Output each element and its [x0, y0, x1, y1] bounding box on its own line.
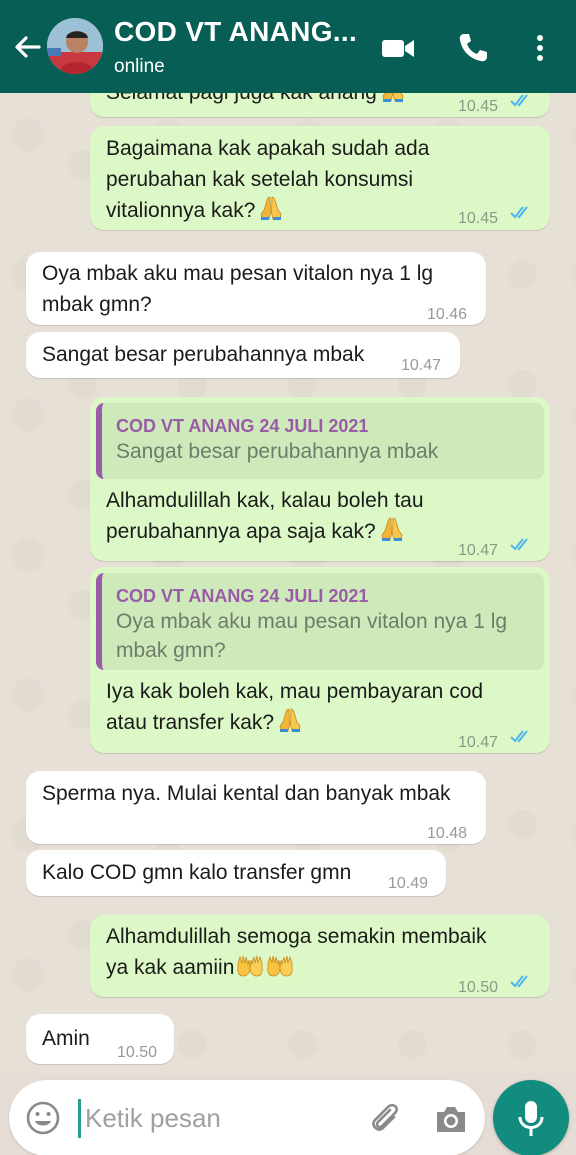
quoted-message[interactable]: COD VT ANANG 24 JULI 2021 Oya mbak aku m… — [96, 573, 544, 670]
message-time: 10.50 — [117, 1044, 158, 1061]
contact-name[interactable]: COD VT ANANG... — [114, 16, 357, 48]
message-line: perubahannya apa saja kak? — [106, 520, 376, 543]
message-line: Amin — [42, 1027, 90, 1050]
message-bubble-outgoing[interactable]: Selamat pagi juga kak anang 10.45 — [90, 93, 550, 117]
message-line: Sperma nya. Mulai kental dan banyak mbak — [42, 782, 451, 805]
message-composer — [9, 1080, 485, 1155]
folded-hands-emoji — [277, 707, 303, 733]
quote-line: Oya mbak aku mau pesan vitalon nya 1 lg — [116, 610, 508, 633]
quote-text: Oya mbak aku mau pesan vitalon nya 1 lg … — [116, 607, 507, 665]
message-list[interactable]: Selamat pagi juga kak anang 10.45 Bagaim… — [0, 93, 576, 1073]
message-line: Iya kak boleh kak, mau pembayaran cod — [106, 680, 484, 703]
quoted-message[interactable]: COD VT ANANG 24 JULI 2021 Sangat besar p… — [96, 403, 544, 479]
message-line: Selamat pagi juga kak anang — [106, 93, 377, 104]
message-line: Sangat besar perubahannya mbak — [42, 343, 365, 366]
message-text: Bagaimana kak apakah sudah ada perubahan… — [106, 133, 429, 226]
text-cursor — [78, 1099, 81, 1138]
message-time: 10.46 — [427, 306, 468, 323]
more-vertical-icon[interactable] — [522, 30, 558, 66]
video-call-icon[interactable] — [380, 30, 416, 66]
contact-status: online — [114, 56, 165, 77]
message-time: 10.50 — [458, 979, 499, 996]
message-bubble-incoming[interactable]: Oya mbak aku mau pesan vitalon nya 1 lg … — [26, 252, 486, 325]
mic-button[interactable] — [493, 1080, 569, 1155]
message-bubble-incoming[interactable]: Sperma nya. Mulai kental dan banyak mbak… — [26, 771, 486, 844]
message-line: Bagaimana kak apakah sudah ada — [106, 137, 430, 160]
folded-hands-emoji — [380, 93, 406, 103]
message-text: Oya mbak aku mau pesan vitalon nya 1 lg … — [42, 258, 433, 320]
message-bubble-outgoing[interactable]: COD VT ANANG 24 JULI 2021 Sangat besar p… — [90, 397, 550, 561]
avatar[interactable] — [47, 18, 103, 74]
folded-hands-emoji — [258, 195, 284, 221]
message-text: Alhamdulillah semoga semakin membaik ya … — [106, 921, 487, 983]
message-time: 10.48 — [427, 825, 468, 842]
message-line-wrap: ya kak aamiin — [106, 952, 487, 983]
message-line: Kalo COD gmn kalo transfer gmn — [42, 861, 352, 884]
message-text: Kalo COD gmn kalo transfer gmn — [42, 857, 351, 888]
palms-up-together-emoji — [266, 953, 294, 979]
read-ticks-icon — [510, 536, 537, 552]
message-line-wrap: atau transfer kak? — [106, 707, 483, 738]
folded-hands-emoji — [379, 516, 405, 542]
arrow-left-icon[interactable] — [10, 30, 44, 64]
message-text: Amin — [42, 1023, 90, 1054]
message-line-wrap: vitalionnya kak? — [106, 195, 429, 226]
message-text: Iya kak boleh kak, mau pembayaran cod at… — [106, 676, 483, 738]
message-time: 10.45 — [458, 210, 499, 227]
read-ticks-icon — [510, 93, 537, 108]
message-line: atau transfer kak? — [106, 711, 275, 734]
read-ticks-icon — [510, 204, 537, 220]
message-line: vitalionnya kak? — [106, 199, 256, 222]
read-ticks-icon — [510, 973, 537, 989]
mic-icon — [518, 1101, 544, 1136]
message-bubble-outgoing[interactable]: COD VT ANANG 24 JULI 2021 Oya mbak aku m… — [90, 567, 550, 753]
message-line: mbak gmn? — [42, 293, 152, 316]
message-line-wrap: perubahannya apa saja kak? — [106, 516, 424, 547]
message-text: Alhamdulillah kak, kalau boleh tau perub… — [106, 485, 424, 547]
message-time: 10.47 — [401, 357, 442, 374]
paperclip-icon[interactable] — [366, 1100, 404, 1138]
quote-text: Sangat besar perubahannya mbak — [116, 437, 438, 466]
emoji-icon[interactable] — [24, 1099, 62, 1137]
phone-icon[interactable] — [455, 30, 491, 66]
palms-up-together-emoji — [236, 953, 264, 979]
message-bubble-outgoing[interactable]: Alhamdulillah semoga semakin membaik ya … — [90, 915, 550, 997]
message-line: Alhamdulillah kak, kalau boleh tau — [106, 489, 424, 512]
message-time: 10.49 — [388, 875, 429, 892]
message-line: perubahan kak setelah konsumsi — [106, 168, 414, 191]
message-bubble-incoming[interactable]: Kalo COD gmn kalo transfer gmn 10.49 — [26, 850, 446, 896]
avatar-photo — [47, 18, 103, 74]
message-line: Alhamdulillah semoga semakin membaik — [106, 925, 487, 948]
read-ticks-icon — [510, 728, 537, 744]
message-line: Oya mbak aku mau pesan vitalon nya 1 lg — [42, 262, 434, 285]
chat-header: COD VT ANANG... online — [0, 0, 576, 93]
message-text: Sperma nya. Mulai kental dan banyak mbak — [42, 778, 451, 809]
quote-line: Sangat besar perubahannya mbak — [116, 440, 439, 463]
message-time: 10.45 — [458, 98, 499, 115]
camera-icon[interactable] — [432, 1100, 470, 1138]
message-text: Sangat besar perubahannya mbak — [42, 339, 364, 370]
message-time: 10.47 — [458, 542, 499, 559]
quote-line: mbak gmn? — [116, 639, 226, 662]
message-bubble-outgoing[interactable]: Bagaimana kak apakah sudah ada perubahan… — [90, 126, 550, 230]
message-input[interactable] — [85, 1098, 355, 1138]
message-bubble-incoming[interactable]: Amin 10.50 — [26, 1014, 174, 1064]
message-text: Selamat pagi juga kak anang — [106, 93, 406, 108]
message-time: 10.47 — [458, 734, 499, 751]
message-bubble-incoming[interactable]: Sangat besar perubahannya mbak 10.47 — [26, 332, 460, 378]
message-line: ya kak aamiin — [106, 956, 235, 979]
